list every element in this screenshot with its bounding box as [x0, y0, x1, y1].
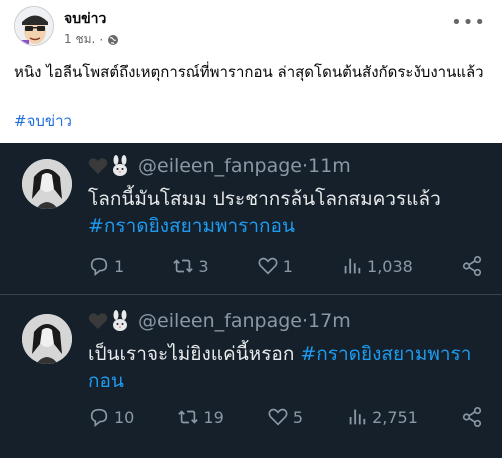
tweet-actions: 10 19 5 2,751: [88, 406, 483, 428]
page-name[interactable]: จบข่าว: [64, 8, 106, 30]
rabbit-icon: [113, 310, 127, 331]
reply-button[interactable]: 10: [88, 406, 134, 428]
tweet-hashtag[interactable]: #กราดยิงสยามพารากอน: [88, 215, 295, 237]
tweet-screenshot: @eileen_fanpage · 11m โลกนี้มันโสมม ประช…: [0, 143, 502, 458]
tweet-avatar[interactable]: [22, 314, 72, 364]
like-count: 1: [282, 256, 293, 276]
share-icon: [462, 407, 482, 427]
post-time[interactable]: 1 ชม.: [64, 30, 95, 49]
tweet-text: โลกนี้มันโสมม ประชากรล้นโลกสมควรแล้ว #กร…: [88, 186, 478, 240]
views-button[interactable]: 1,038: [341, 255, 413, 277]
view-count: 2,751: [372, 407, 418, 427]
post-text: หนิง ไอลีนโพสต์ถึงเหตุการณ์ที่พารากอน ล่…: [14, 63, 484, 81]
like-count: 5: [292, 407, 304, 427]
like-button[interactable]: 1: [257, 255, 293, 277]
tweet-avatar[interactable]: [22, 159, 72, 209]
share-button[interactable]: [461, 255, 483, 277]
dot-separator: ·: [99, 32, 104, 47]
black-heart-icon: [88, 158, 108, 174]
black-heart-icon: [88, 313, 108, 329]
view-count: 1,038: [367, 256, 413, 276]
share-button[interactable]: [461, 406, 483, 428]
views-icon: [344, 258, 361, 274]
facebook-post: จบข่าว 1 ชม. · ••• หนิง ไอลีนโพสต์ถึงเหต…: [0, 0, 502, 143]
tweet-handle[interactable]: @eileen_fanpage: [138, 155, 302, 177]
tweet-time[interactable]: 17m: [308, 310, 351, 332]
retweet-icon: [173, 259, 194, 273]
views-icon: [349, 409, 366, 425]
reply-count: 1: [114, 256, 125, 276]
retweet-icon: [178, 410, 199, 424]
heart-icon: [268, 408, 288, 426]
tweet-header: @eileen_fanpage · 17m: [88, 310, 351, 332]
rabbit-icon: [113, 155, 127, 176]
reply-icon: [90, 408, 108, 427]
post-meta: 1 ชม. ·: [64, 30, 119, 49]
tweet-handle[interactable]: @eileen_fanpage: [138, 310, 302, 332]
heart-icon: [258, 257, 278, 275]
retweet-button[interactable]: 19: [177, 406, 224, 428]
page-avatar[interactable]: [14, 6, 54, 46]
tweet-actions: 1 3 1 1,038: [88, 255, 483, 277]
heart-rabbit-emoji: [88, 310, 130, 332]
share-icon: [462, 256, 482, 276]
tweet-header: @eileen_fanpage · 11m: [88, 155, 351, 177]
tweet-text-content: เป็นเราจะไม่ยิงแค่นี้หรอก: [88, 343, 301, 365]
views-button[interactable]: 2,751: [346, 406, 418, 428]
profile-photo-icon: [22, 159, 72, 209]
reply-icon: [90, 257, 108, 276]
heart-rabbit-emoji: [88, 155, 130, 177]
tweet-text: เป็นเราจะไม่ยิงแค่นี้หรอก #กราดยิงสยามพา…: [88, 341, 478, 395]
cartoon-avatar-icon: [15, 7, 53, 45]
retweet-button[interactable]: 3: [172, 255, 209, 277]
tweet-text-content: โลกนี้มันโสมม ประชากรล้นโลกสมควรแล้ว: [88, 188, 441, 210]
retweet-count: 3: [198, 256, 209, 276]
globe-icon[interactable]: [107, 34, 119, 46]
reply-count: 10: [114, 407, 135, 427]
tweet-time[interactable]: 11m: [308, 155, 351, 177]
retweet-count: 19: [203, 407, 224, 427]
like-button[interactable]: 5: [267, 406, 303, 428]
reply-button[interactable]: 1: [88, 255, 124, 277]
more-options-icon[interactable]: •••: [451, 12, 486, 33]
profile-photo-icon: [22, 314, 72, 364]
tweet-divider: [0, 294, 502, 295]
post-hashtag[interactable]: #จบข่าว: [14, 109, 72, 133]
